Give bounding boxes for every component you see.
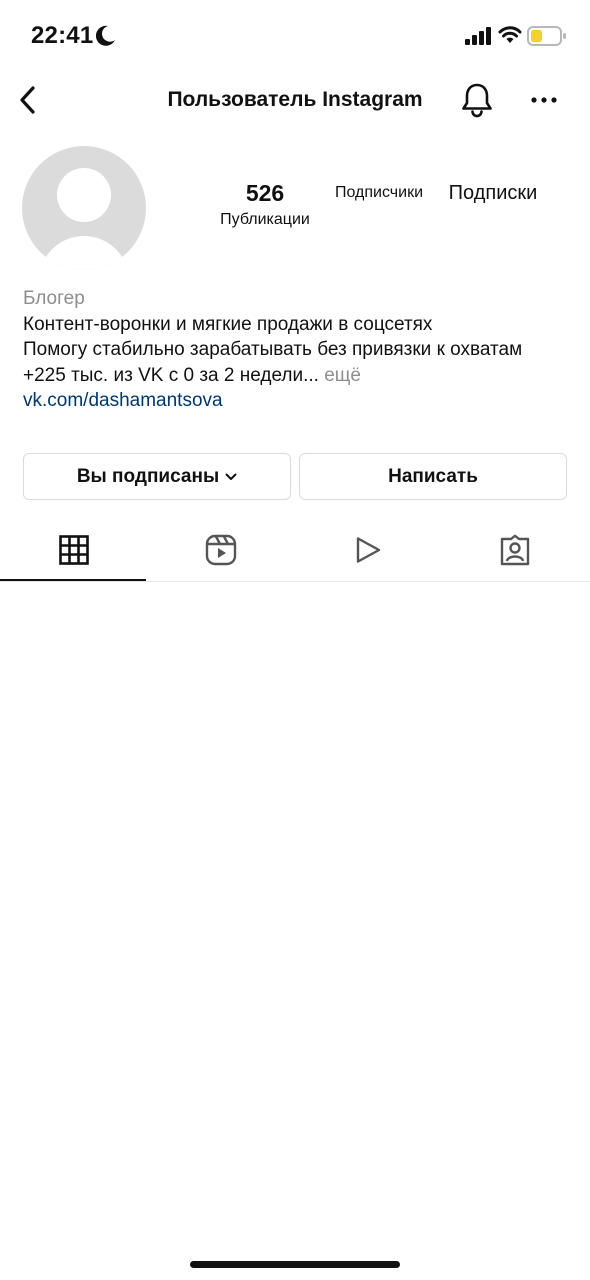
avatar-placeholder-head (57, 168, 111, 222)
moon-icon (96, 25, 115, 46)
grid-icon (58, 535, 89, 565)
following-button[interactable]: Вы подписаны (23, 453, 291, 500)
home-indicator[interactable] (190, 1261, 400, 1268)
status-bar: 22:41 (0, 0, 590, 72)
profile-bio: Блогер Контент-воронки и мягкие продажи … (23, 286, 568, 414)
divider (0, 581, 590, 582)
posts-stat[interactable]: 526 Публикации (206, 180, 324, 229)
bio-line: Контент-воронки и мягкие продажи в соцсе… (23, 313, 433, 335)
avatar-placeholder-body (39, 236, 129, 270)
cellular-signal-icon (465, 27, 491, 45)
chevron-down-icon (225, 473, 237, 480)
followers-stat[interactable]: Подписчики (322, 184, 436, 202)
posts-label: Публикации (220, 211, 310, 228)
tab-reels[interactable] (147, 520, 294, 580)
status-time: 22:41 (31, 22, 94, 49)
bio-line-text: +225 тыс. из VK с 0 за 2 недели... (23, 364, 319, 386)
more-icon[interactable] (530, 90, 558, 110)
page-title: Пользователь Instagram (167, 88, 423, 111)
profile-tabs (0, 520, 590, 582)
following-button-label: Вы подписаны (76, 465, 220, 487)
message-button-label: Написать (388, 465, 478, 487)
following-stat[interactable]: Подписки (440, 182, 546, 205)
avatar[interactable] (22, 146, 146, 270)
tab-tagged[interactable] (441, 520, 588, 580)
tab-video[interactable] (294, 520, 441, 580)
bell-icon[interactable] (460, 82, 494, 118)
tab-grid[interactable] (0, 520, 147, 580)
posts-count: 526 (245, 180, 285, 206)
bio-line-truncated: +225 тыс. из VK с 0 за 2 недели... ещё (23, 363, 568, 389)
video-play-icon (356, 537, 380, 563)
profile-category: Блогер (23, 288, 85, 309)
bio-more-link[interactable]: ещё (324, 365, 361, 386)
wifi-icon (498, 26, 522, 43)
message-button[interactable]: Написать (299, 453, 567, 500)
tagged-icon (500, 534, 529, 566)
bio-line: Помогу стабильно зарабатывать без привяз… (23, 339, 523, 360)
profile-link[interactable]: vk.com/dashamantsova (23, 390, 223, 411)
battery-icon (527, 26, 566, 46)
reels-icon (205, 534, 236, 566)
